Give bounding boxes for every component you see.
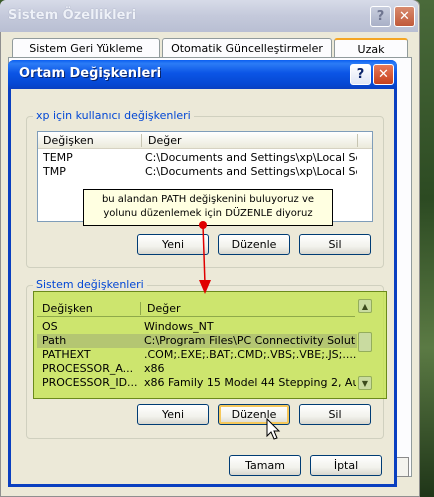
user-col-value[interactable]: Değer [148,132,182,149]
system-delete-button[interactable]: Sil [299,404,371,425]
row-variable: OS [42,320,58,333]
ok-button[interactable]: Tamam [229,455,301,476]
close-button[interactable]: ✕ [373,64,394,85]
scroll-thumb[interactable] [358,332,372,352]
user-variables-label: xp için kullanıcı değişkenleri [33,109,194,122]
user-delete-button[interactable]: Sil [299,234,371,255]
tab-remote[interactable]: Uzak [334,38,408,58]
row-variable: PROCESSOR_ID... [42,376,138,389]
cancel-button[interactable]: İptal [310,455,382,476]
system-properties-title: Sistem Özellikleri [8,8,137,23]
row-value: C:\Program Files\PC Connectivity Soluti.… [144,334,356,347]
user-edit-button[interactable]: Düzenle [218,234,290,255]
annotation-arrow-icon [199,221,211,294]
system-list-header: Değişken Değer [37,300,355,317]
tab-automatic-updates[interactable]: Otomatik Güncelleştirmeler [162,38,332,58]
system-col-value[interactable]: Değer [147,300,181,317]
row-value: .COM;.EXE;.BAT;.CMD;.VBS;.VBE;.JS;.... [144,348,356,361]
row-value: x86 Family 15 Model 44 Stepping 2, Aut..… [144,376,356,389]
scroll-down-icon[interactable]: ▼ [358,376,372,390]
system-variables-list[interactable]: Değişken Değer OS Windows_NT Path C:\Pro… [37,298,373,391]
table-row[interactable]: TMP C:\Documents and Settings\xp\Local S… [38,165,372,179]
outer-close-button[interactable]: ✕ [394,6,415,27]
row-variable: PATHEXT [42,348,91,361]
system-variables-label: Sistem değişkenleri [33,278,147,291]
outer-help-button[interactable]: ? [370,6,391,27]
annotation-note-line1: bu alandan PATH değişkenini buluyoruz ve [101,194,315,205]
table-row[interactable]: PROCESSOR_A... x86 [37,362,357,376]
row-value: C:\Documents and Settings\xp\Local Se... [145,165,357,178]
row-variable: Path [42,334,67,347]
row-variable: PROCESSOR_A... [42,362,134,375]
table-row[interactable]: PROCESSOR_ID... x86 Family 15 Model 44 S… [37,376,357,390]
user-list-header: Değişken Değer [38,132,372,149]
mouse-cursor-icon [266,418,281,440]
system-col-variable[interactable]: Değişken [42,300,93,317]
table-row[interactable]: TEMP C:\Documents and Settings\xp\Local … [38,151,372,165]
scroll-up-icon[interactable]: ▲ [358,299,372,313]
help-button[interactable]: ? [350,64,371,85]
system-new-button[interactable]: Yeni [137,404,209,425]
row-value: x86 [144,362,165,375]
tab-system-restore[interactable]: Sistem Geri Yükleme [12,38,160,58]
table-row[interactable]: OS Windows_NT [37,320,357,334]
table-row-selected[interactable]: Path C:\Program Files\PC Connectivity So… [37,334,357,348]
row-value: Windows_NT [144,320,214,333]
table-row[interactable]: PATHEXT .COM;.EXE;.BAT;.CMD;.VBS;.VBE;.J… [37,348,357,362]
outer-apply-button-edge[interactable] [395,457,409,477]
row-value: C:\Documents and Settings\xp\Local Se... [145,151,357,164]
row-variable: TEMP [43,151,73,164]
system-list-scrollbar[interactable]: ▲ ▼ [357,298,373,391]
user-col-variable[interactable]: Değişken [43,132,94,149]
environment-variables-title: Ortam Değişkenleri [19,66,162,81]
row-variable: TMP [43,165,66,178]
